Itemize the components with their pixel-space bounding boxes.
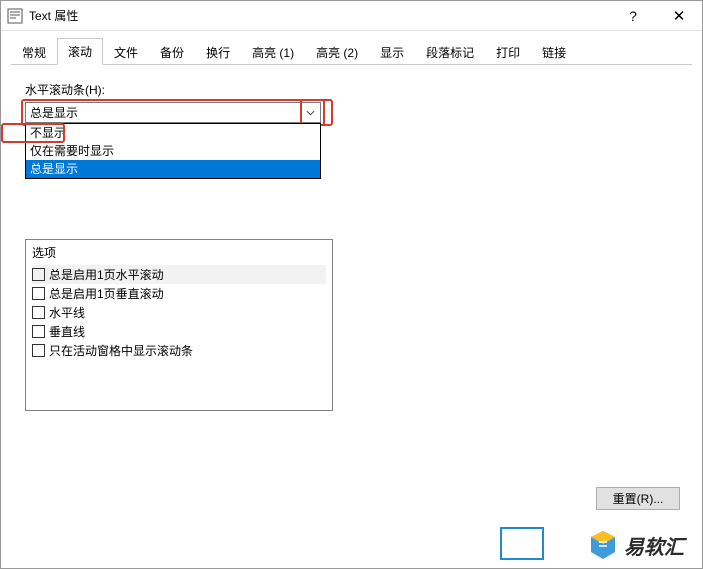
option-label: 垂直线: [49, 323, 85, 340]
tab-1[interactable]: 滚动: [57, 38, 103, 65]
options-groupbox: 选项 总是启用1页水平滚动总是启用1页垂直滚动水平线垂直线只在活动窗格中显示滚动…: [25, 239, 333, 411]
option-label: 水平线: [49, 304, 85, 321]
option-row-4[interactable]: 只在活动窗格中显示滚动条: [32, 341, 326, 360]
checkbox-icon: [32, 287, 45, 300]
option-label: 只在活动窗格中显示滚动条: [49, 342, 193, 359]
checkbox-icon: [32, 325, 45, 338]
watermark-logo: 易软汇: [590, 530, 684, 560]
combo-selected-value: 总是显示: [30, 104, 78, 121]
tab-0[interactable]: 常规: [11, 39, 57, 65]
horizontal-scrollbar-label: 水平滚动条(H):: [25, 81, 678, 98]
chevron-down-icon: [303, 105, 318, 120]
tab-2[interactable]: 文件: [103, 39, 149, 65]
options-groupbox-title: 选项: [32, 244, 326, 261]
tab-5[interactable]: 高亮 (1): [241, 39, 305, 65]
logo-icon: [590, 530, 616, 560]
tab-pane-scroll: 水平滚动条(H): 总是显示 不显示仅在需要时显示总是显示 选项 总是启用1页水…: [1, 65, 702, 421]
dropdown-option-1[interactable]: 仅在需要时显示: [26, 142, 320, 160]
option-row-1[interactable]: 总是启用1页垂直滚动: [32, 284, 326, 303]
combo-dropdown: 不显示仅在需要时显示总是显示: [25, 123, 321, 179]
tab-7[interactable]: 显示: [369, 39, 415, 65]
option-row-3[interactable]: 垂直线: [32, 322, 326, 341]
tab-10[interactable]: 链接: [531, 39, 577, 65]
option-row-2[interactable]: 水平线: [32, 303, 326, 322]
horizontal-scrollbar-combo[interactable]: 总是显示: [25, 102, 321, 123]
tab-8[interactable]: 段落标记: [415, 39, 485, 65]
tab-bar: 常规滚动文件备份换行高亮 (1)高亮 (2)显示段落标记打印链接: [11, 37, 692, 65]
window-title: Text 属性: [29, 7, 78, 24]
titlebar: Text 属性 ? ✕: [1, 1, 702, 31]
decorative-rectangle: [500, 527, 544, 560]
dialog-window: Text 属性 ? ✕ 常规滚动文件备份换行高亮 (1)高亮 (2)显示段落标记…: [0, 0, 703, 569]
option-label: 总是启用1页垂直滚动: [49, 285, 164, 302]
close-button[interactable]: ✕: [656, 1, 702, 31]
checkbox-icon: [32, 268, 45, 281]
dropdown-option-0[interactable]: 不显示: [26, 124, 320, 142]
watermark-text: 易软汇: [624, 531, 684, 560]
tab-6[interactable]: 高亮 (2): [305, 39, 369, 65]
help-button[interactable]: ?: [610, 1, 656, 31]
checkbox-icon: [32, 344, 45, 357]
tab-3[interactable]: 备份: [149, 39, 195, 65]
tab-4[interactable]: 换行: [195, 39, 241, 65]
checkbox-icon: [32, 306, 45, 319]
tab-9[interactable]: 打印: [485, 39, 531, 65]
reset-button[interactable]: 重置(R)...: [596, 487, 680, 510]
app-icon: [7, 8, 23, 24]
dropdown-option-2[interactable]: 总是显示: [26, 160, 320, 178]
option-label: 总是启用1页水平滚动: [49, 266, 164, 283]
option-row-0[interactable]: 总是启用1页水平滚动: [32, 265, 326, 284]
horizontal-scrollbar-combo-wrap: 总是显示 不显示仅在需要时显示总是显示: [25, 102, 321, 123]
